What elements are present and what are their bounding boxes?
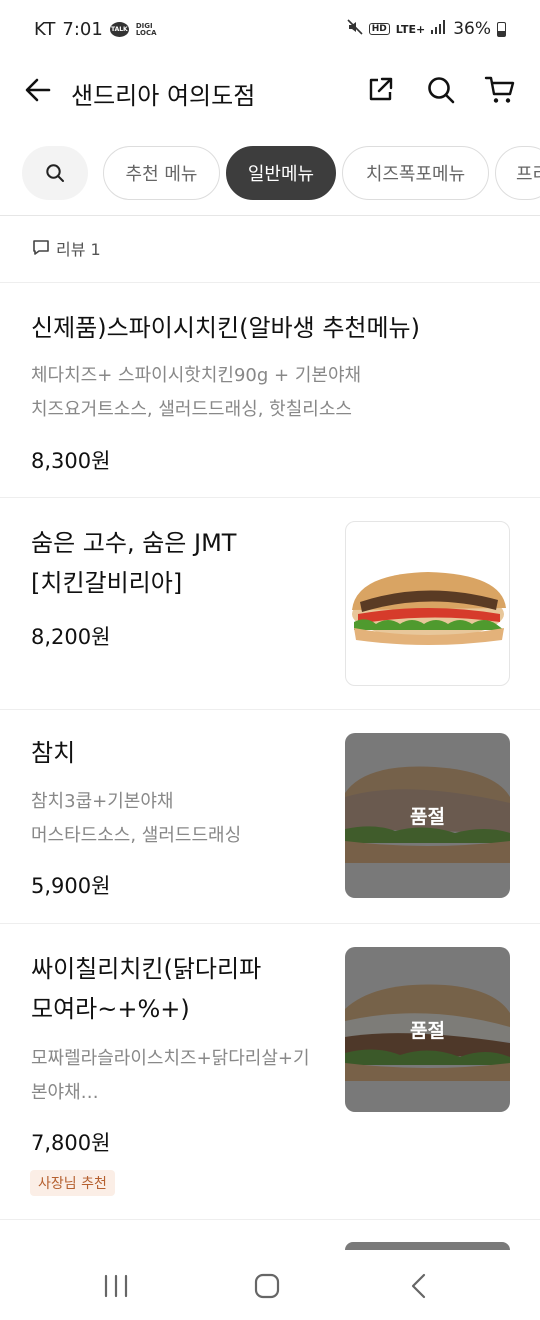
divider — [0, 1219, 540, 1220]
sold-out-overlay: 품절 — [345, 947, 510, 1112]
tab-recommended[interactable]: 추천 메뉴 — [103, 146, 220, 200]
cart-icon — [484, 76, 515, 103]
menu-item-desc: 머스타드소스, 샐러드드래싱 — [31, 825, 242, 846]
back-button[interactable] — [20, 72, 56, 108]
battery-icon — [497, 21, 506, 37]
app-header: 샌드리아 여의도점 — [0, 60, 540, 120]
menu-item-image — [345, 521, 510, 686]
hd-voice-icon: HD — [368, 23, 390, 35]
menu-item-desc: 본야채… — [31, 1082, 99, 1103]
menu-item-name: 참치 — [31, 739, 76, 767]
menu-item-name: [치킨갈비리아] — [31, 569, 183, 597]
sandwich-image — [352, 572, 506, 645]
menu-item-desc: 체다치즈+ 스파이시핫치킨90g + 기본야채 — [31, 365, 362, 386]
tab-cheese-menu[interactable]: 치즈폭포메뉴 — [342, 146, 489, 200]
menu-item-price: 5,900원 — [31, 874, 111, 898]
menu-item[interactable]: 숨은 고수, 숨은 JMT [치킨갈비리아] 8,200원 — [0, 497, 540, 709]
network-type: LTE+ — [395, 22, 426, 36]
review-count: 리뷰 1 — [56, 240, 101, 259]
digiloca-icon: DIGI LOCA — [135, 21, 157, 37]
sold-out-overlay: 품절 — [345, 733, 510, 898]
divider — [0, 215, 540, 216]
menu-item-desc: 치즈요거트소스, 샐러드드래싱, 핫칠리소스 — [31, 399, 352, 420]
recents-button[interactable] — [94, 1264, 138, 1308]
menu-item-name: 숨은 고수, 숨은 JMT — [31, 529, 237, 557]
battery-percent: 36% — [453, 19, 491, 39]
nav-back-button[interactable] — [397, 1264, 441, 1308]
cart-button[interactable] — [482, 72, 518, 108]
category-tabs: 추천 메뉴 일반메뉴 치즈폭포메뉴 프리 — [0, 146, 540, 200]
mute-icon — [347, 19, 363, 39]
search-button[interactable] — [423, 72, 459, 108]
menu-item-image: 품절 — [345, 733, 510, 898]
menu-item[interactable]: 참치 참치3쿱+기본야채 머스타드소스, 샐러드드래싱 5,900원 품절 — [0, 709, 540, 923]
menu-item-price: 8,300원 — [31, 449, 111, 473]
signal-icon — [431, 19, 447, 39]
search-icon — [46, 164, 64, 182]
review-link[interactable]: 리뷰 1 — [32, 236, 101, 260]
home-button[interactable] — [245, 1264, 289, 1308]
tab-premium[interactable]: 프리 — [495, 146, 540, 200]
menu-item-desc: 참치3쿱+기본야채 — [31, 791, 174, 812]
status-bar: KT 7:01 TALK DIGI LOCA HD LTE+ 36% — [0, 0, 540, 60]
recents-icon — [104, 1274, 128, 1298]
system-nav-bar — [0, 1250, 540, 1320]
menu-item-price: 8,200원 — [31, 625, 111, 649]
menu-item-desc: 모짜렐라슬라이스치즈+닭다리살+기 — [31, 1048, 310, 1069]
menu-item-name: 모여라~+%+) — [31, 995, 190, 1023]
page-title: 샌드리아 여의도점 — [71, 82, 256, 110]
clock: 7:01 — [62, 19, 103, 40]
menu-item-image: 품절 — [345, 947, 510, 1112]
home-icon — [254, 1273, 280, 1299]
share-icon — [369, 77, 393, 101]
menu-item-image-partial — [345, 1242, 510, 1250]
menu-item[interactable]: 싸이칠리치킨(닭다리파 모여라~+%+) 모짜렐라슬라이스치즈+닭다리살+기 본… — [0, 923, 540, 1219]
menu-item-name: 싸이칠리치킨(닭다리파 — [31, 955, 262, 983]
share-button[interactable] — [362, 72, 398, 108]
menu-item-price: 7,800원 — [31, 1131, 111, 1155]
tab-search-button[interactable] — [22, 146, 88, 200]
tab-general-menu[interactable]: 일반메뉴 — [226, 146, 336, 200]
menu-item-name: 신제품)스파이시치킨(알바생 추천메뉴) — [31, 314, 420, 342]
owner-recommend-badge: 사장님 추천 — [30, 1170, 115, 1196]
carrier-label: KT — [34, 19, 56, 40]
comment-icon — [33, 240, 49, 255]
kakaotalk-icon: TALK — [109, 22, 129, 37]
search-icon — [428, 77, 455, 104]
menu-item[interactable]: 신제품)스파이시치킨(알바생 추천메뉴) 체다치즈+ 스파이시핫치킨90g + … — [0, 282, 540, 497]
back-icon — [411, 1273, 426, 1299]
arrow-left-icon — [25, 78, 51, 102]
